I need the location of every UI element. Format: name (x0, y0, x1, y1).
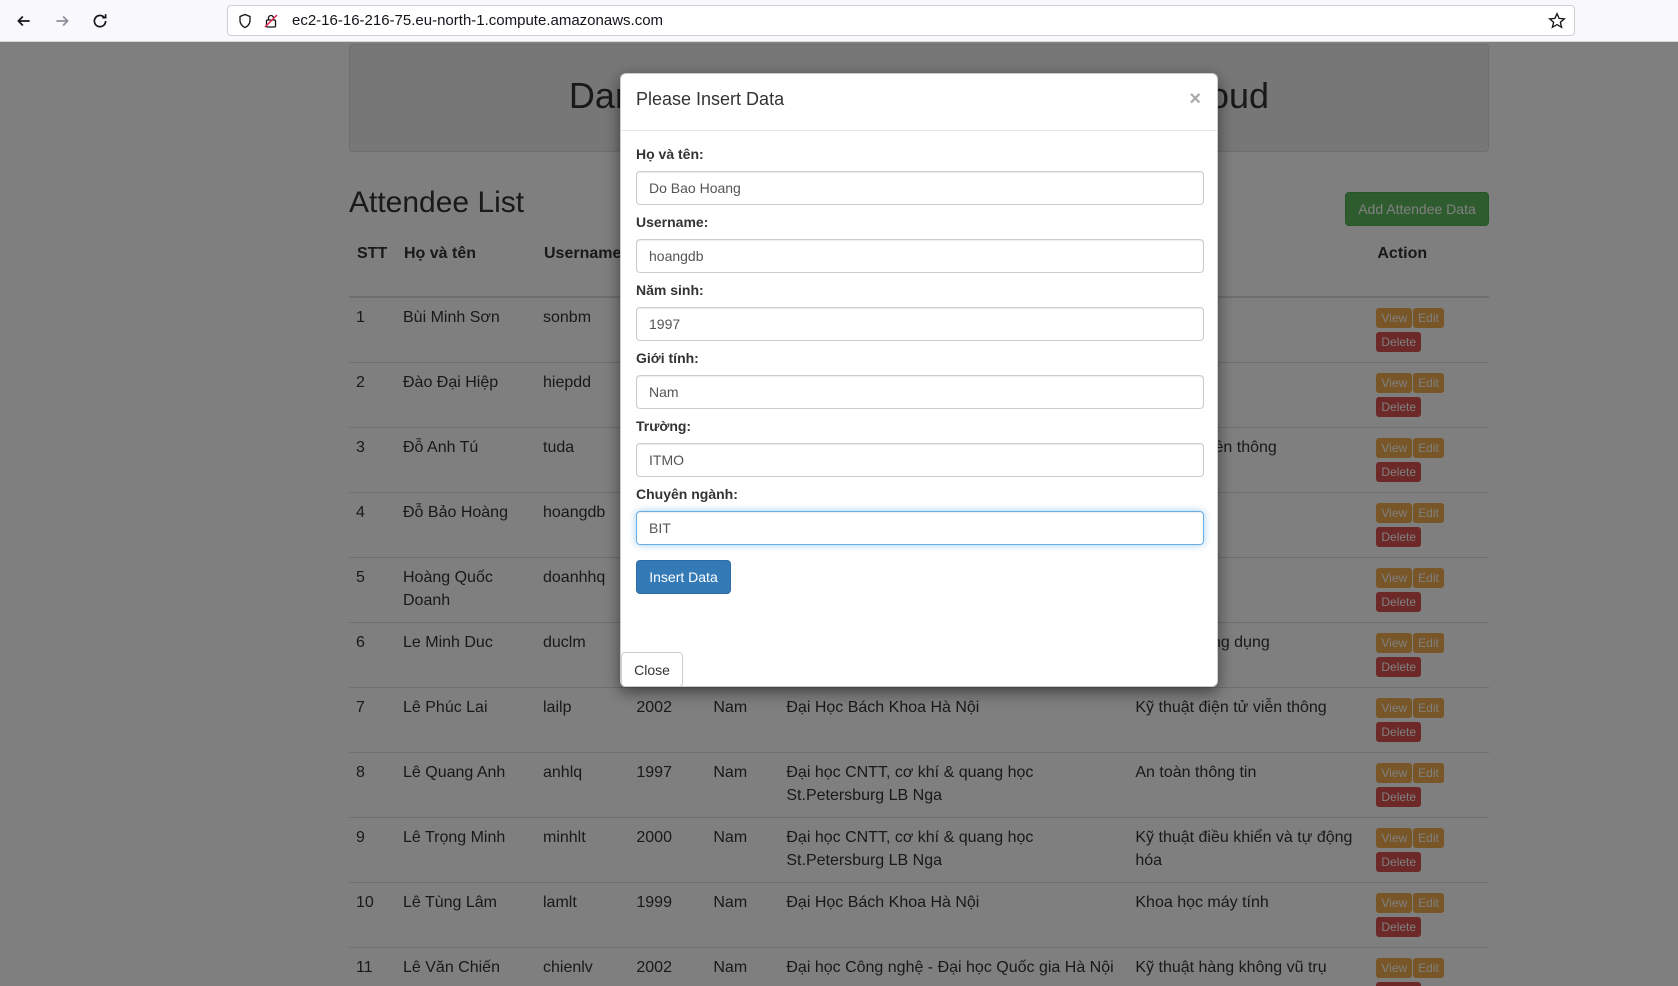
school-field[interactable]: ITMO (636, 443, 1204, 477)
major-field[interactable]: BIT (636, 511, 1204, 545)
close-button[interactable]: Close (621, 652, 683, 687)
major-group: Chuyên ngành: BIT (636, 486, 1204, 545)
reload-icon[interactable] (82, 3, 118, 39)
birth-year-group: Năm sinh: 1997 (636, 282, 1204, 341)
school-label: Trường: (636, 418, 692, 434)
username-label: Username: (636, 214, 709, 230)
major-label: Chuyên ngành: (636, 486, 738, 502)
birth-year-label: Năm sinh: (636, 282, 704, 298)
address-bar[interactable]: ec2-16-16-216-75.eu-north-1.compute.amaz… (227, 5, 1575, 36)
gender-field[interactable]: Nam (636, 375, 1204, 409)
birth-year-field[interactable]: 1997 (636, 307, 1204, 341)
username-group: Username: hoangdb (636, 214, 1204, 273)
modal-title: Please Insert Data (636, 89, 785, 109)
fullname-group: Họ và tên: Do Bao Hoang (636, 146, 1204, 205)
close-icon[interactable]: × (1189, 88, 1201, 111)
back-icon[interactable] (6, 3, 42, 39)
insert-data-button[interactable]: Insert Data (636, 560, 731, 594)
username-field[interactable]: hoangdb (636, 239, 1204, 273)
fullname-field[interactable]: Do Bao Hoang (636, 171, 1204, 205)
forward-icon[interactable] (44, 3, 80, 39)
modal-body: Họ và tên: Do Bao Hoang Username: hoangd… (621, 131, 1217, 594)
insert-data-modal: Please Insert Data × Họ và tên: Do Bao H… (620, 73, 1218, 687)
gender-group: Giới tính: Nam (636, 350, 1204, 409)
modal-header: Please Insert Data × (621, 74, 1217, 131)
insecure-lock-icon[interactable] (262, 12, 280, 30)
gender-label: Giới tính: (636, 350, 699, 366)
browser-toolbar: ec2-16-16-216-75.eu-north-1.compute.amaz… (0, 0, 1678, 42)
url-text[interactable]: ec2-16-16-216-75.eu-north-1.compute.amaz… (292, 12, 663, 29)
school-group: Trường: ITMO (636, 418, 1204, 477)
fullname-label: Họ và tên: (636, 146, 704, 162)
shield-icon[interactable] (236, 12, 254, 30)
bookmark-star-icon[interactable] (1548, 12, 1566, 30)
